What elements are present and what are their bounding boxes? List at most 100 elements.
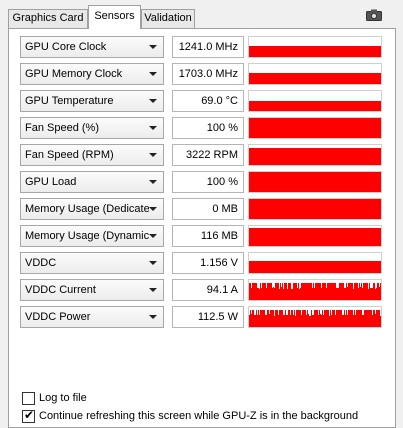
sensor-name-dropdown[interactable]: GPU Memory Clock	[20, 63, 164, 85]
graph-bar	[252, 310, 253, 327]
graph-bar	[326, 310, 327, 327]
graph-bar	[293, 283, 294, 300]
graph-bar	[315, 310, 316, 327]
graph-bar	[285, 283, 286, 300]
graph-bar	[321, 288, 322, 300]
sensor-name-dropdown[interactable]: GPU Load	[20, 171, 164, 193]
graph-bar	[294, 283, 295, 300]
graph-bar	[338, 310, 339, 327]
graph-bar	[365, 310, 366, 327]
graph-bar	[317, 283, 318, 300]
graph-bar	[305, 283, 306, 300]
graph-bar	[361, 283, 362, 300]
sensor-name: Fan Speed (RPM)	[25, 149, 114, 161]
sensor-name: Memory Usage (Dedicated)	[25, 203, 149, 215]
sensor-name-dropdown[interactable]: Memory Usage (Dedicated)	[20, 198, 164, 220]
sensor-graph	[248, 90, 382, 112]
sensor-name: GPU Core Clock	[25, 41, 107, 53]
graph-bar	[351, 310, 352, 327]
sensor-name-dropdown[interactable]: VDDC Power	[20, 306, 164, 328]
graph-bar	[282, 310, 283, 327]
graph-bar	[302, 283, 303, 300]
graph-bar	[276, 283, 277, 300]
sensor-value: 1.156 V	[200, 257, 238, 269]
graph-bar	[314, 310, 315, 327]
tab-bar: Graphics Card Sensors Validation	[0, 0, 403, 29]
graph-bar	[339, 283, 340, 300]
graph-bar	[311, 310, 312, 327]
graph-bar	[359, 283, 360, 300]
sensor-value: 100 %	[206, 176, 238, 188]
graph-bar	[257, 288, 258, 300]
graph-bar	[313, 315, 314, 327]
graph-bar	[286, 283, 287, 300]
graph-bar	[322, 283, 323, 300]
graph-bar	[360, 287, 361, 300]
sensor-row: VDDC Current 94.1 A	[20, 279, 384, 301]
graph-bar	[364, 310, 365, 327]
graph-bar	[363, 315, 364, 327]
graph-bar	[364, 283, 365, 300]
graph-bar	[273, 310, 274, 327]
graph-bar	[346, 310, 347, 327]
graph-fill	[249, 118, 381, 138]
graph-bar	[342, 315, 343, 327]
graph-bar	[299, 310, 300, 327]
graph-bar	[297, 310, 298, 327]
graph-bar	[372, 288, 373, 300]
sensor-name: Memory Usage (Dynamic)	[25, 230, 149, 242]
graph-bar	[353, 289, 354, 300]
graph-bar	[309, 316, 310, 327]
graph-bar	[316, 283, 317, 300]
tab-graphics-card[interactable]: Graphics Card	[8, 9, 88, 28]
sensor-value: 1703.0 MHz	[178, 68, 238, 80]
graph-bar	[333, 283, 334, 300]
graph-bar	[360, 310, 361, 327]
camera-icon[interactable]	[366, 9, 382, 21]
graph-bar	[369, 283, 370, 300]
sensor-name: GPU Load	[25, 176, 77, 188]
graph-bar	[305, 310, 306, 327]
sensor-name-dropdown[interactable]: Memory Usage (Dynamic)	[20, 225, 164, 247]
log-to-file-label[interactable]: Log to file	[39, 392, 87, 404]
graph-bar	[341, 283, 342, 300]
continue-refreshing-checkbox[interactable]: ✔	[22, 408, 35, 423]
sensor-name-dropdown[interactable]: VDDC	[20, 252, 164, 274]
graph-bar	[347, 287, 348, 300]
sensor-name-dropdown[interactable]: GPU Core Clock	[20, 36, 164, 58]
graph-bar	[353, 315, 354, 327]
graph-bar	[253, 310, 254, 327]
sensor-value: 112.5 W	[197, 311, 238, 323]
graph-bar	[323, 315, 324, 327]
graph-bar	[249, 315, 250, 327]
graph-bar	[302, 310, 303, 327]
graph-bar	[335, 315, 336, 327]
sensor-name-dropdown[interactable]: Fan Speed (RPM)	[20, 144, 164, 166]
sensor-name-dropdown[interactable]: VDDC Current	[20, 279, 164, 301]
sensor-value-box: 94.1 A	[172, 279, 244, 301]
sensor-graph	[248, 36, 382, 58]
tab-validation[interactable]: Validation	[141, 9, 195, 28]
graph-bar	[275, 283, 276, 300]
tab-sensors[interactable]: Sensors	[88, 5, 141, 29]
graph-bar	[281, 310, 282, 327]
graph-bar	[301, 315, 302, 327]
graph-bar	[257, 315, 258, 327]
graph-bar	[377, 310, 378, 327]
graph-bar	[323, 283, 324, 300]
graph-bar	[342, 283, 343, 300]
sensor-name-dropdown[interactable]: Fan Speed (%)	[20, 117, 164, 139]
graph-bar	[337, 310, 338, 327]
graph-bar	[303, 283, 304, 300]
sensor-row: GPU Core Clock 1241.0 MHz	[20, 36, 384, 58]
graph-bar	[362, 315, 363, 327]
continue-refreshing-label[interactable]: Continue refreshing this screen while GP…	[39, 410, 358, 422]
graph-bar	[356, 283, 357, 300]
graph-bar	[307, 283, 308, 300]
sensor-graph	[248, 198, 382, 220]
graph-bar	[265, 315, 266, 327]
graph-bar	[361, 310, 362, 327]
chevron-down-icon	[149, 153, 157, 157]
log-to-file-checkbox[interactable]	[22, 392, 35, 405]
sensor-name-dropdown[interactable]: GPU Temperature	[20, 90, 164, 112]
